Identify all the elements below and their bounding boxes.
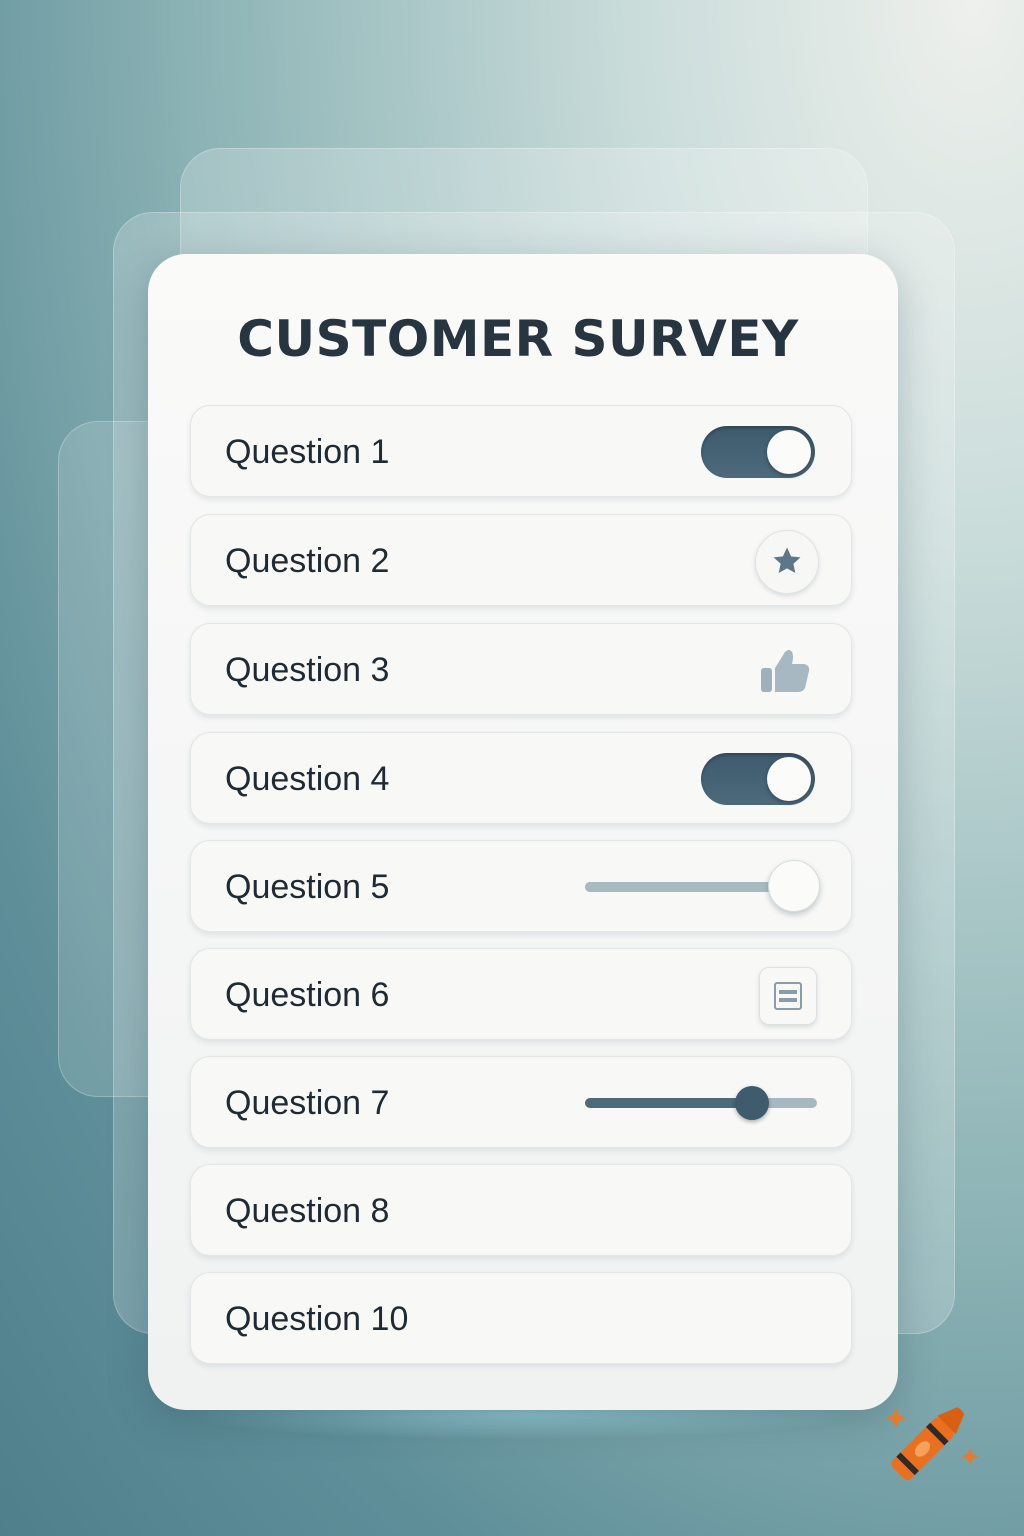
toggle-knob bbox=[767, 430, 811, 474]
survey-title: CUSTOMER SURVEY bbox=[237, 310, 799, 368]
question-label: Question 5 bbox=[225, 868, 390, 906]
slider-fill bbox=[585, 1098, 753, 1108]
question-row-10[interactable]: Question 10 bbox=[190, 1272, 852, 1364]
question-row-7[interactable]: Question 7 bbox=[190, 1056, 852, 1148]
question-7-slider[interactable] bbox=[585, 1086, 817, 1120]
question-label: Question 6 bbox=[225, 976, 390, 1014]
question-label: Question 4 bbox=[225, 760, 390, 798]
thumbs-up-icon[interactable] bbox=[759, 648, 811, 694]
question-row-3[interactable]: Question 3 bbox=[190, 623, 852, 715]
question-row-5[interactable]: Question 5 bbox=[190, 840, 852, 932]
question-label: Question 3 bbox=[225, 651, 390, 689]
toggle-knob bbox=[767, 757, 811, 801]
survey-card: CUSTOMER SURVEY Question 1 Question 2 Qu… bbox=[148, 254, 898, 1410]
slider-thumb[interactable] bbox=[767, 860, 820, 912]
question-label: Question 2 bbox=[225, 542, 390, 580]
question-6-form-button[interactable] bbox=[759, 967, 817, 1025]
question-label: Question 8 bbox=[225, 1192, 390, 1230]
question-label: Question 1 bbox=[225, 433, 390, 471]
star-icon bbox=[773, 547, 801, 574]
question-5-slider[interactable] bbox=[585, 860, 820, 912]
question-label: Question 7 bbox=[225, 1084, 390, 1122]
question-2-star-button[interactable] bbox=[755, 530, 819, 594]
slider-thumb[interactable] bbox=[735, 1086, 770, 1120]
question-1-toggle[interactable] bbox=[701, 426, 815, 478]
crayon-logo-icon bbox=[886, 1407, 979, 1481]
question-4-toggle[interactable] bbox=[701, 753, 815, 805]
question-row-1[interactable]: Question 1 bbox=[190, 405, 852, 497]
question-row-6[interactable]: Question 6 bbox=[190, 948, 852, 1040]
question-row-8[interactable]: Question 8 bbox=[190, 1164, 852, 1256]
question-row-2[interactable]: Question 2 bbox=[190, 514, 852, 606]
question-label: Question 10 bbox=[225, 1300, 409, 1338]
slider-fill bbox=[585, 882, 794, 892]
form-icon bbox=[774, 982, 802, 1010]
question-row-4[interactable]: Question 4 bbox=[190, 732, 852, 824]
